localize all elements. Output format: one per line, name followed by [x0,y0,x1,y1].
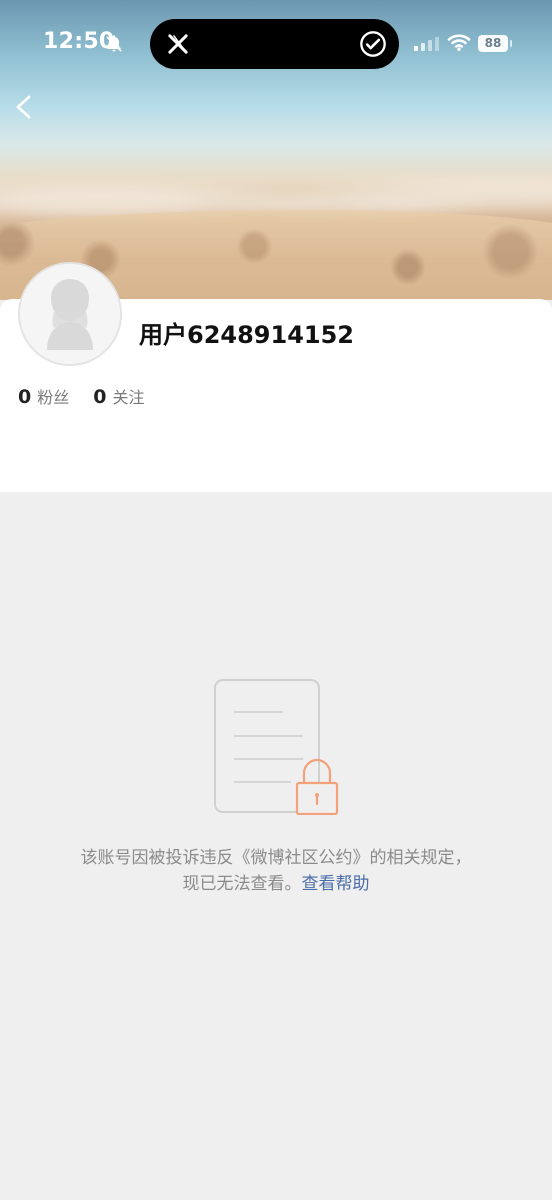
notice-line-1: 该账号因被投诉违反《微博社区公约》的相关规定， [80,848,472,868]
chevron-left-icon[interactable] [11,90,35,124]
account-restriction-notice: 该账号因被投诉违反《微博社区公约》的相关规定， 现已无法查看。查看帮助 [0,845,552,897]
battery-tip [510,40,512,47]
following-stat[interactable]: 0 关注 [93,384,144,408]
followers-stat[interactable]: 0 粉丝 [18,384,69,408]
signal-icon [414,37,439,51]
followers-count: 0 [18,386,32,408]
dynamic-island [150,19,399,69]
default-avatar-icon[interactable] [18,262,122,366]
following-label: 关注 [112,388,145,407]
notice-line-2: 现已无法查看。查看帮助 [0,871,552,897]
status-bar: 12:50 88 [0,0,552,86]
following-count: 0 [93,386,107,408]
notice-line-2-text: 现已无法查看。 [182,874,302,894]
avatar-silhouette [20,264,120,364]
locked-document-icon [214,679,339,815]
help-link[interactable]: 查看帮助 [302,874,370,894]
x-logo-icon [168,34,188,54]
check-circle-icon [360,31,386,57]
username: 用户6248914152 [139,321,354,349]
battery-icon: 88 [478,35,508,52]
wifi-icon [447,34,471,51]
followers-label: 粉丝 [37,388,70,407]
bell-off-icon [106,35,122,52]
profile-stats: 0 粉丝 0 关注 [18,384,145,408]
